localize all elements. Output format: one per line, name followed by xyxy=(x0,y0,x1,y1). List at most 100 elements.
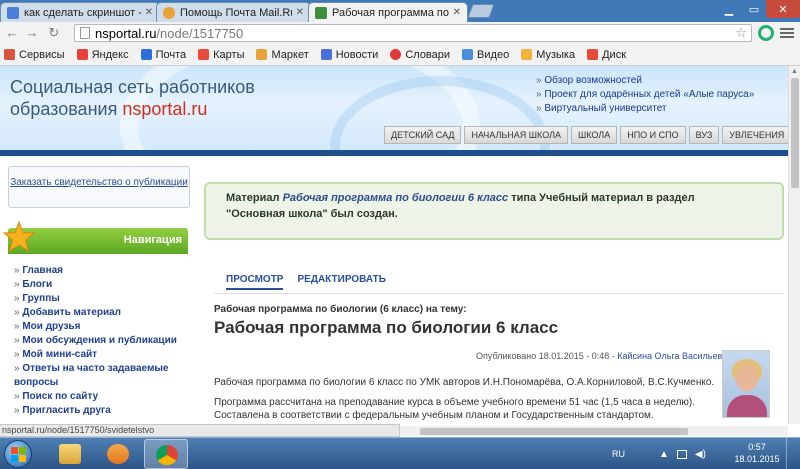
video-icon xyxy=(462,49,474,60)
tab-title: Рабочая программа по б xyxy=(332,6,449,19)
url-path: /node/1517750 xyxy=(156,25,244,41)
nav-school[interactable]: ШКОЛА xyxy=(571,126,618,144)
horizontal-scrollbar[interactable] xyxy=(400,426,788,436)
clock-time: 0:57 xyxy=(748,442,766,452)
bookmark-video[interactable]: Видео xyxy=(462,49,509,61)
nav-item-minisite[interactable]: Мой мини-сайт xyxy=(14,348,188,362)
show-desktop-button[interactable] xyxy=(786,438,800,469)
nav-item-friends[interactable]: Мои друзья xyxy=(14,320,188,334)
forward-arrow-icon[interactable]: → xyxy=(24,25,40,41)
bookmark-label: Сервисы xyxy=(19,48,65,61)
clock[interactable]: 0:57 18.01.2015 xyxy=(732,441,782,465)
status-bubble: nsportal.ru/node/1517750/svidetelstvo xyxy=(0,424,400,437)
heart-icon xyxy=(390,49,402,60)
navigation-panel: Навигация Главная Блоги Группы Добавить … xyxy=(2,220,188,424)
bookmark-disk[interactable]: Диск xyxy=(587,49,626,61)
nav-vocational[interactable]: НПО И СПО xyxy=(620,126,686,144)
scroll-thumb[interactable] xyxy=(791,78,799,188)
bookmark-label: Яндекс xyxy=(91,48,129,61)
news-icon xyxy=(320,49,332,60)
navigation-header: Навигация xyxy=(2,220,188,254)
bookmark-mail[interactable]: Почта xyxy=(140,48,187,61)
network-icon[interactable] xyxy=(676,449,687,459)
close-tab-icon[interactable]: ✕ xyxy=(453,7,461,18)
close-tab-icon[interactable]: ✕ xyxy=(296,7,304,18)
volume-icon[interactable]: ◀) xyxy=(695,449,706,460)
yandex-icon xyxy=(76,49,88,60)
bookmark-label: Новости xyxy=(335,48,379,61)
language-indicator[interactable]: RU xyxy=(612,449,625,459)
bookmark-services[interactable]: Сервисы xyxy=(4,49,65,61)
tab-title: Помощь Почта Mail.Ru xyxy=(180,6,292,19)
navigation-list: Главная Блоги Группы Добавить материал М… xyxy=(8,254,188,418)
header-link-scarlet-sails[interactable]: Проект для одарённых детей «Алые паруса» xyxy=(536,88,754,102)
content-tabs: ПРОСМОТР РЕДАКТИРОВАТЬ xyxy=(226,274,400,290)
nav-item-invite[interactable]: Пригласить друга xyxy=(14,404,188,418)
bookmark-label: Карты xyxy=(213,48,245,61)
mail-favicon-icon xyxy=(163,6,175,19)
page-viewport: Социальная сеть работников образования n… xyxy=(0,66,788,424)
order-certificate-link[interactable]: Заказать свидетельство о публикации xyxy=(10,177,188,188)
bookmark-yandex[interactable]: Яндекс xyxy=(76,48,129,61)
tab-mail-help[interactable]: Помощь Почта Mail.Ru ✕ xyxy=(156,2,311,22)
author-avatar[interactable] xyxy=(722,350,770,418)
new-tab-button[interactable] xyxy=(467,4,495,18)
nav-kindergarten[interactable]: ДЕТСКИЙ САД xyxy=(384,126,462,144)
header-nav: ДЕТСКИЙ САД НАЧАЛЬНАЯ ШКОЛА ШКОЛА НПО И … xyxy=(384,126,788,144)
nav-item-discussions[interactable]: Мои обсуждения и публикации xyxy=(14,334,188,348)
maps-icon xyxy=(198,49,210,60)
bookmark-label: Почта xyxy=(155,48,187,61)
nav-item-add-material[interactable]: Добавить материал xyxy=(14,306,188,320)
tab-view[interactable]: ПРОСМОТР xyxy=(226,274,284,290)
bookmark-market[interactable]: Маркет xyxy=(256,49,309,61)
start-button[interactable] xyxy=(4,440,32,468)
maximize-button[interactable]: ▭ xyxy=(742,0,766,18)
nav-item-groups[interactable]: Группы xyxy=(14,292,188,306)
reload-icon[interactable]: ↻ xyxy=(46,25,62,41)
header-link-virtual-university[interactable]: Виртуальный университет xyxy=(536,102,754,116)
nav-item-search[interactable]: Поиск по сайту xyxy=(14,390,188,404)
bookmark-news[interactable]: Новости xyxy=(320,48,379,61)
disk-icon xyxy=(587,49,599,60)
apps-grid-icon xyxy=(4,49,15,60)
taskbar-media-player[interactable] xyxy=(96,439,140,469)
body-paragraph-2: Программа рассчитана на преподавание кур… xyxy=(214,397,696,408)
address-bar[interactable]: nsportal.ru/node/1517750 ☆ xyxy=(74,24,752,42)
nav-primary-school[interactable]: НАЧАЛЬНАЯ ШКОЛА xyxy=(464,126,568,144)
bookmark-dictionaries[interactable]: Словари xyxy=(390,49,450,61)
author-link[interactable]: Кайсина Ольга Васильевна xyxy=(617,351,732,361)
scroll-up-arrow-icon[interactable]: ▲ xyxy=(791,68,798,75)
bookmark-label: Диск xyxy=(602,48,627,61)
close-tab-icon[interactable]: ✕ xyxy=(145,7,153,18)
bookmark-maps[interactable]: Карты xyxy=(198,49,244,61)
media-player-icon xyxy=(107,444,129,464)
taskbar: RU ▲ ◀) 0:57 18.01.2015 xyxy=(0,437,800,469)
tabs-divider xyxy=(214,293,784,294)
tab-edit[interactable]: РЕДАКТИРОВАТЬ xyxy=(297,274,385,290)
logo-brand-rest: portal.ru xyxy=(141,99,208,119)
hscroll-thumb[interactable] xyxy=(420,428,688,435)
bookmark-star-icon[interactable]: ☆ xyxy=(735,25,747,41)
back-arrow-icon[interactable]: ← xyxy=(4,25,20,41)
minimize-button[interactable]: ▁ xyxy=(716,0,742,18)
notice-material-title[interactable]: Рабочая программа по биологии 6 класс xyxy=(283,192,509,204)
site-logo[interactable]: Социальная сеть работников образования n… xyxy=(10,76,255,120)
header-links: Обзор возможностей Проект для одарённых … xyxy=(536,74,754,116)
body-paragraph-1: Рабочая программа по биологии 6 класс по… xyxy=(214,377,715,388)
extension-icon[interactable] xyxy=(758,25,774,41)
nav-item-faq[interactable]: Ответы на часто задаваемые вопросы xyxy=(14,362,188,390)
bookmark-music[interactable]: Музыка xyxy=(521,49,575,61)
vertical-scrollbar[interactable]: ▲ xyxy=(788,66,800,424)
tab-active-program[interactable]: Рабочая программа по б ✕ xyxy=(308,2,468,22)
tab-screenshot-search[interactable]: как сделать скриншот - ✕ xyxy=(0,2,160,22)
nav-item-home[interactable]: Главная xyxy=(14,264,188,278)
close-window-button[interactable]: ✕ xyxy=(766,0,800,18)
nav-item-blogs[interactable]: Блоги xyxy=(14,278,188,292)
tray-arrow-icon[interactable]: ▲ xyxy=(659,449,669,460)
taskbar-chrome[interactable] xyxy=(144,439,188,469)
chrome-menu-icon[interactable] xyxy=(780,26,794,40)
header-link-overview[interactable]: Обзор возможностей xyxy=(536,74,754,88)
nav-hobbies[interactable]: УВЛЕЧЕНИЯ xyxy=(722,126,788,144)
taskbar-explorer[interactable] xyxy=(48,439,92,469)
nav-university[interactable]: ВУЗ xyxy=(688,126,720,144)
